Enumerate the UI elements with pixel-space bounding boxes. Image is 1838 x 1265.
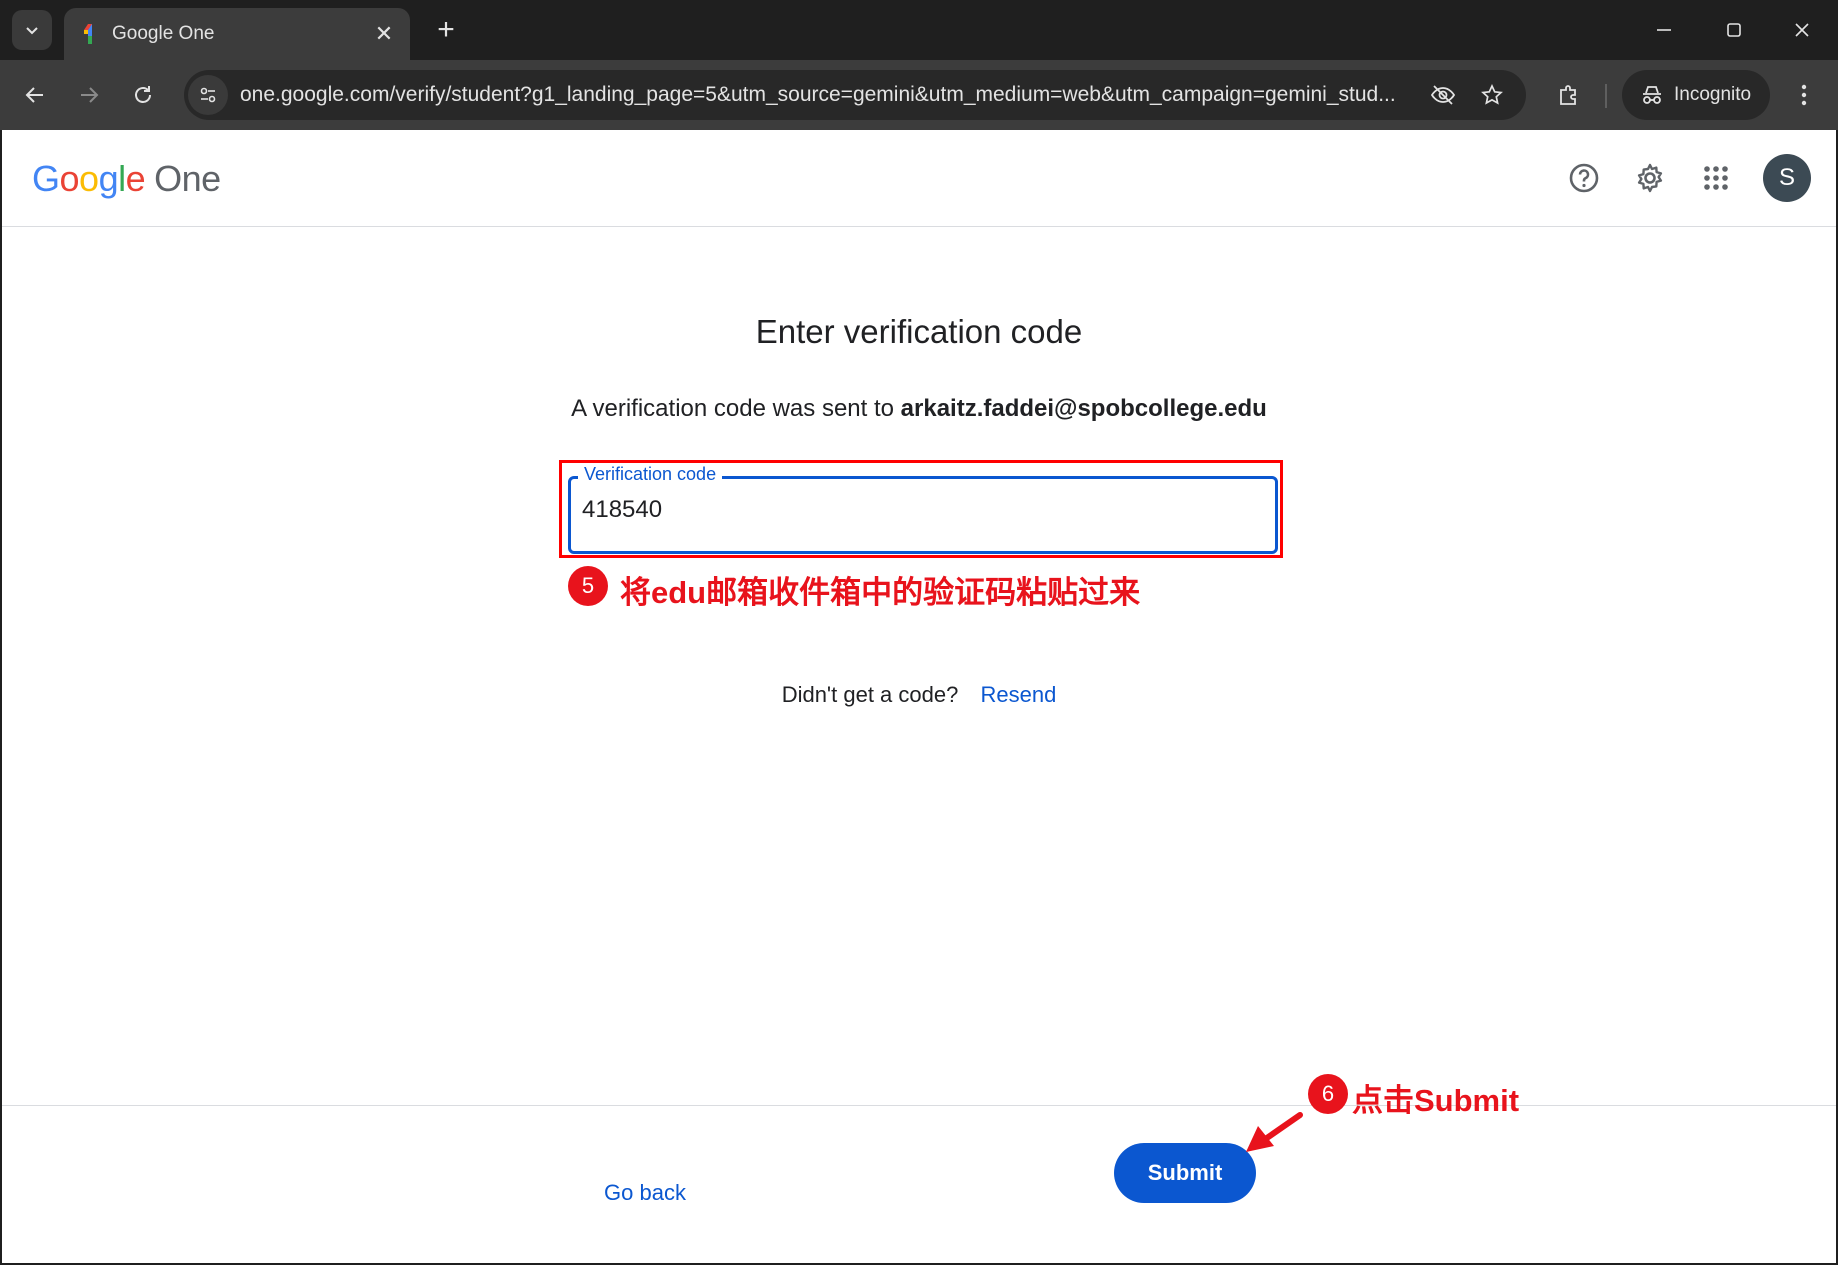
url-text[interactable]: one.google.com/verify/student?g1_landing…: [240, 83, 1430, 107]
apps-grid-icon: [1704, 166, 1728, 190]
close-tab-icon[interactable]: ✕: [372, 21, 396, 47]
puzzle-icon: [1560, 85, 1576, 105]
incognito-icon: [1643, 86, 1661, 104]
reload-icon: [135, 86, 151, 103]
help-button[interactable]: [1560, 154, 1608, 202]
resend-row: Didn't get a code? Resend: [2, 682, 1836, 708]
page-title: Enter verification code: [755, 313, 1083, 350]
account-avatar[interactable]: S: [1763, 154, 1811, 202]
resend-link[interactable]: Resend: [980, 682, 1056, 707]
tab-strip: Google One ✕ +: [0, 0, 1838, 60]
incognito-indicator[interactable]: Incognito: [1622, 70, 1770, 120]
logo-letter: G: [32, 158, 60, 199]
annotation-step-6-badge: 6: [1308, 1074, 1348, 1114]
eye-off-icon[interactable]: [1425, 77, 1461, 113]
back-button[interactable]: [14, 74, 56, 116]
minimize-icon: [1657, 29, 1671, 31]
reload-button[interactable]: [122, 74, 164, 116]
bookmark-star-icon[interactable]: [1474, 77, 1510, 113]
logo-letter: o: [79, 158, 99, 199]
tab-title: Google One: [112, 23, 215, 44]
recipient-email: arkaitz.faddei@spobcollege.edu: [900, 395, 1267, 422]
resend-prompt: Didn't get a code?: [781, 682, 959, 707]
google-one-favicon: [84, 24, 92, 44]
help-icon: [1569, 163, 1599, 193]
forward-button[interactable]: [68, 74, 110, 116]
google-one-logo[interactable]: G o o g l e One: [32, 158, 221, 200]
annotation-highlight-box: [559, 460, 1283, 558]
site-info-button[interactable]: [188, 75, 228, 115]
extensions-button[interactable]: [1548, 74, 1590, 116]
close-icon: [1795, 23, 1809, 37]
annotation-step-5-text: 将edu邮箱收件箱中的验证码粘贴过来: [620, 575, 1141, 610]
close-window-button[interactable]: [1782, 12, 1822, 48]
tune-icon: [200, 87, 216, 103]
logo-product-name: One: [154, 158, 221, 199]
maximize-icon: [1727, 23, 1741, 37]
annotation-step-6-text: 点击Submit: [1352, 1083, 1520, 1118]
chevron-down-icon: [26, 27, 38, 35]
annotation-step-5-badge: 5: [568, 566, 608, 606]
go-back-button[interactable]: Go back: [592, 1170, 698, 1216]
new-tab-button[interactable]: +: [428, 12, 464, 48]
submit-button[interactable]: Submit: [1114, 1143, 1256, 1203]
logo-letter: e: [125, 158, 146, 199]
page-content: G o o g l e One S Enter verification cod…: [2, 130, 1836, 1263]
browser-toolbar: one.google.com/verify/student?g1_landing…: [0, 60, 1838, 130]
arrow-right-icon: [81, 87, 99, 103]
verification-sent-text: A verification code was sent to arkaitz.…: [2, 395, 1836, 423]
more-vert-icon: [1801, 84, 1807, 106]
footer-divider: [2, 1105, 1836, 1106]
maximize-button[interactable]: [1714, 12, 1754, 48]
logo-letter: l: [118, 158, 126, 199]
address-bar[interactable]: one.google.com/verify/student?g1_landing…: [184, 70, 1526, 120]
browser-window: Google One ✕ + one.google.com/verify/stu…: [0, 0, 1838, 1265]
sent-prefix: A verification code was sent to: [571, 395, 894, 422]
logo-letter: g: [98, 158, 119, 199]
toolbar-divider: [1605, 84, 1607, 108]
tab-google-one[interactable]: Google One ✕: [64, 8, 410, 60]
arrow-left-icon: [25, 87, 43, 103]
apps-button[interactable]: [1692, 154, 1740, 202]
gear-icon: [1637, 163, 1663, 193]
settings-button[interactable]: [1626, 154, 1674, 202]
tab-search-button[interactable]: [12, 10, 52, 50]
incognito-label: Incognito: [1674, 84, 1752, 105]
app-header: G o o g l e One S: [2, 130, 1836, 227]
browser-menu-button[interactable]: [1784, 74, 1824, 116]
minimize-button[interactable]: [1644, 12, 1684, 48]
logo-letter: o: [59, 158, 80, 199]
